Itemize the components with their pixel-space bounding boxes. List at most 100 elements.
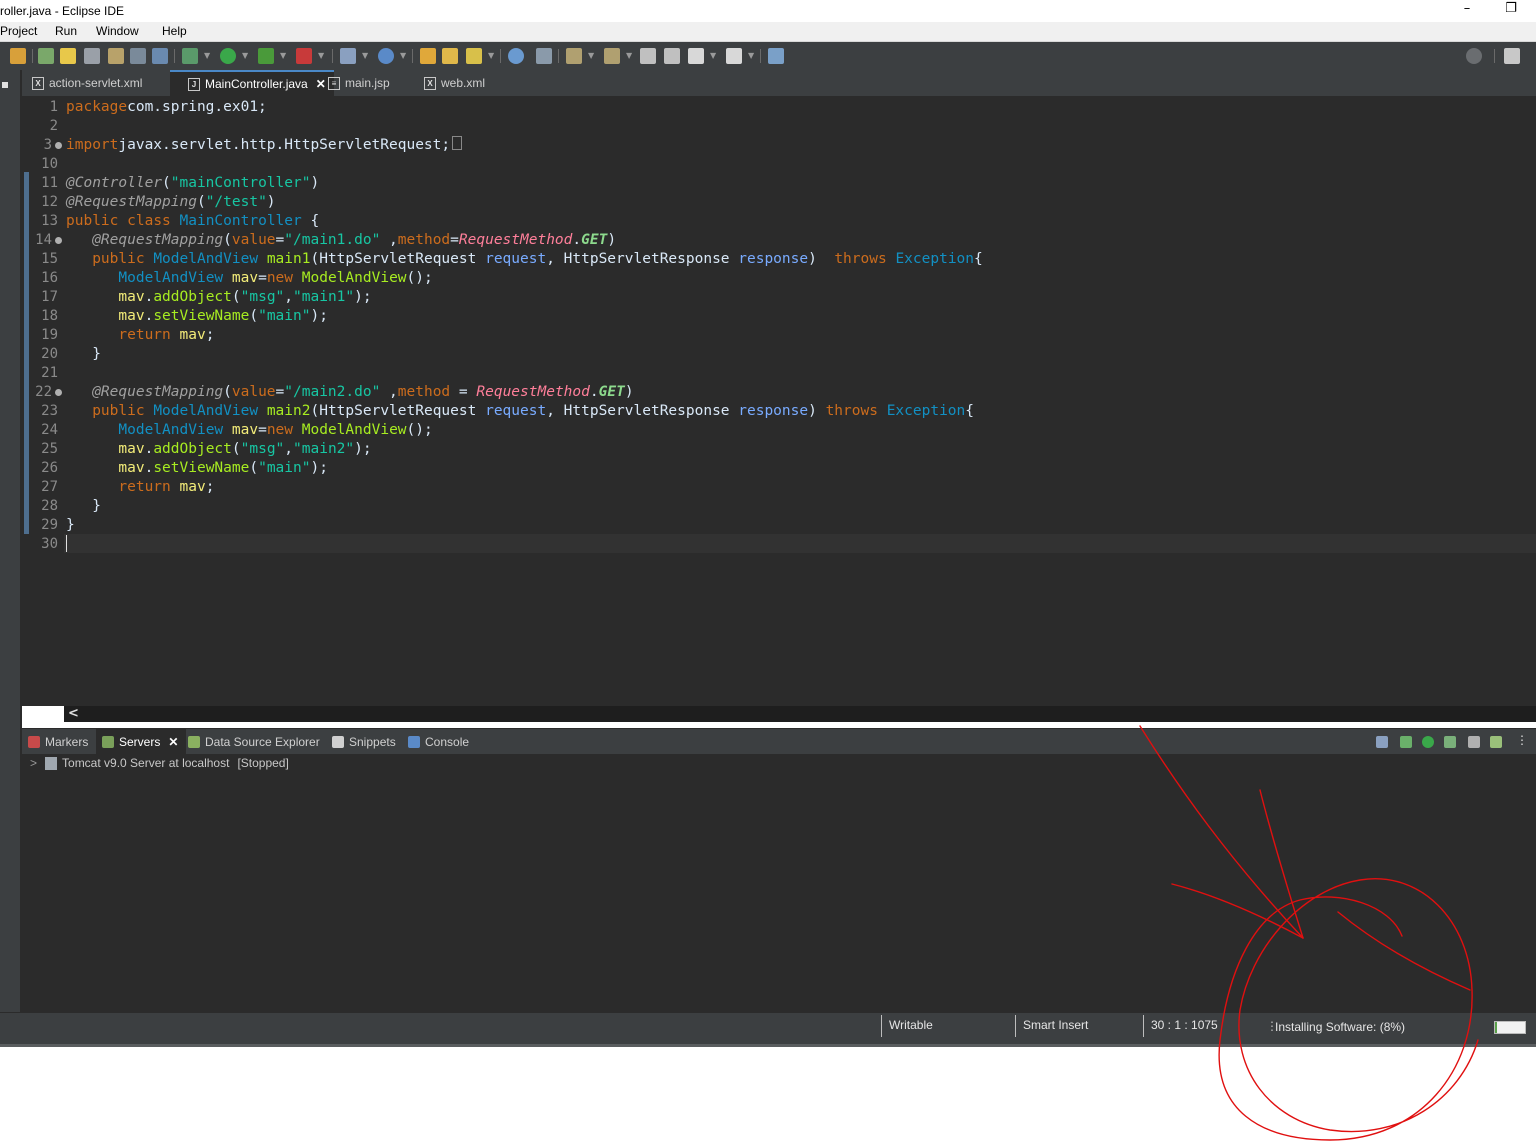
code-line[interactable]: ModelAndView mav=new ModelAndView(); <box>66 269 432 288</box>
code-line[interactable]: mav.setViewName("main"); <box>66 307 328 326</box>
fold-collapse-icon[interactable] <box>55 389 62 396</box>
chevron-down-icon[interactable]: ▼ <box>280 51 286 60</box>
new-web-icon[interactable] <box>378 48 394 64</box>
pilcrow-icon[interactable] <box>152 48 168 64</box>
show-whitespace-icon[interactable] <box>130 48 146 64</box>
search-refs-icon[interactable] <box>536 48 552 64</box>
chevron-down-icon[interactable]: ▼ <box>488 51 494 60</box>
globe-icon[interactable] <box>508 48 524 64</box>
search-icon[interactable] <box>1466 48 1482 64</box>
restore-view-icon[interactable] <box>2 82 8 88</box>
code-line[interactable]: mav.addObject("msg","main1"); <box>66 288 371 307</box>
tab-main-controller-java[interactable]: J MainController.java ✕ <box>170 70 334 96</box>
tab-action-servlet-xml[interactable]: X action-servlet.xml <box>32 70 142 96</box>
open-file-icon[interactable] <box>442 48 458 64</box>
code-editor[interactable]: 1 2 3 10 11 12 13 14 15 16 17 18 19 20 2… <box>22 96 1536 706</box>
code-line[interactable]: packagecom.spring.ex01; <box>66 98 267 117</box>
fold-expand-icon[interactable] <box>55 142 62 149</box>
scroll-left-arrow[interactable]: < <box>68 706 79 721</box>
forward-edit-icon[interactable] <box>664 48 680 64</box>
code-line[interactable]: return mav; <box>66 326 214 345</box>
code-line[interactable]: ModelAndView mav=new ModelAndView(); <box>66 421 432 440</box>
code-line[interactable]: public class MainController { <box>66 212 319 231</box>
fold-collapse-icon[interactable] <box>55 237 62 244</box>
forward-arrow-icon[interactable] <box>726 48 742 64</box>
run-server-icon[interactable] <box>258 48 274 64</box>
code-line[interactable]: @RequestMapping("/test") <box>66 193 276 212</box>
code-line[interactable]: } <box>66 497 101 516</box>
new-server-icon[interactable] <box>340 48 356 64</box>
chevron-down-icon[interactable]: ▼ <box>400 51 406 60</box>
code-line[interactable]: public ModelAndView main2(HttpServletReq… <box>66 402 974 421</box>
back-arrow-icon[interactable] <box>688 48 704 64</box>
stop-server-icon[interactable] <box>1468 736 1480 748</box>
server-item-tomcat[interactable]: > Tomcat v9.0 Server at localhost [Stopp… <box>30 756 289 770</box>
progress-status-text[interactable]: Installing Software: (8%) <box>1275 1020 1405 1034</box>
close-icon[interactable]: ✕ <box>168 735 178 749</box>
code-line[interactable]: public ModelAndView main1(HttpServletReq… <box>66 250 983 269</box>
folded-imports-icon[interactable] <box>452 136 463 150</box>
code-token: ) <box>310 175 320 191</box>
code-token: mav <box>118 441 145 457</box>
chevron-down-icon[interactable]: ▼ <box>242 51 248 60</box>
code-line[interactable]: } <box>66 516 75 535</box>
debug-server-icon[interactable] <box>1400 736 1412 748</box>
collapse-all-icon[interactable] <box>1376 736 1388 748</box>
chevron-down-icon[interactable]: ▼ <box>748 51 754 60</box>
tab-web-xml[interactable]: X web.xml <box>424 70 485 96</box>
code-line[interactable]: @RequestMapping(value="/main2.do" ,metho… <box>66 383 633 402</box>
code-line[interactable]: } <box>66 345 101 364</box>
code-line[interactable]: return mav; <box>66 478 214 497</box>
view-menu-icon[interactable]: ⋮ <box>1516 733 1528 747</box>
last-edit-icon[interactable] <box>640 48 656 64</box>
next-annotation-icon[interactable] <box>10 48 26 64</box>
code-line[interactable]: @Controller("mainController") <box>66 174 319 193</box>
tab-servers[interactable]: Servers ✕ <box>96 729 187 755</box>
next-edit-icon[interactable] <box>566 48 582 64</box>
external-tools-icon[interactable] <box>296 48 312 64</box>
tab-label: web.xml <box>441 76 486 90</box>
close-icon[interactable]: ✕ <box>316 77 326 91</box>
code-token: setViewName <box>153 460 250 476</box>
code-line[interactable]: mav.addObject("msg","main2"); <box>66 440 371 459</box>
restore-button[interactable]: ❐ <box>1496 1 1526 21</box>
open-console-icon[interactable] <box>768 48 784 64</box>
menu-help[interactable]: Help <box>162 24 187 38</box>
code-token: package <box>66 99 128 115</box>
mark-occurrences-icon[interactable] <box>60 48 76 64</box>
debug-icon[interactable] <box>182 48 198 64</box>
menu-project[interactable]: Project <box>0 24 37 38</box>
tab-markers[interactable]: Markers <box>28 729 88 755</box>
insert-mode-status[interactable]: Smart Insert <box>1023 1018 1088 1032</box>
progress-bar[interactable] <box>1494 1021 1526 1034</box>
chevron-down-icon[interactable]: ▼ <box>626 51 632 60</box>
code-line[interactable]: @RequestMapping(value="/main1.do" ,metho… <box>66 231 616 250</box>
chevron-down-icon[interactable]: ▼ <box>588 51 594 60</box>
toggle-block-icon[interactable] <box>84 48 100 64</box>
pencil-icon[interactable] <box>466 48 482 64</box>
publish-icon[interactable] <box>1490 736 1502 748</box>
chevron-down-icon[interactable]: ▼ <box>318 51 324 60</box>
word-wrap-icon[interactable] <box>108 48 124 64</box>
chevron-down-icon[interactable]: ▼ <box>204 51 210 60</box>
open-perspective-icon[interactable] <box>1504 48 1520 64</box>
tab-data-source-explorer[interactable]: Data Source Explorer <box>188 729 320 755</box>
menu-window[interactable]: Window <box>96 24 139 38</box>
menu-run[interactable]: Run <box>55 24 77 38</box>
run-icon[interactable] <box>220 48 236 64</box>
code-line[interactable]: importjavax.servlet.http.HttpServletRequ… <box>66 136 463 155</box>
tab-main-jsp[interactable]: ≡ main.jsp <box>328 70 390 96</box>
editor-horizontal-scrollbar[interactable]: < <box>64 706 1536 722</box>
start-server-icon[interactable] <box>1422 736 1434 748</box>
chevron-down-icon[interactable]: ▼ <box>362 51 368 60</box>
previous-edit-icon[interactable] <box>604 48 620 64</box>
tab-console[interactable]: Console <box>408 729 469 755</box>
open-folder-icon[interactable] <box>420 48 436 64</box>
code-line[interactable]: mav.setViewName("main"); <box>66 459 328 478</box>
expand-chevron-icon[interactable]: > <box>30 756 37 770</box>
tab-snippets[interactable]: Snippets <box>332 729 396 755</box>
chevron-down-icon[interactable]: ▼ <box>710 51 716 60</box>
open-type-icon[interactable] <box>38 48 54 64</box>
minimize-button[interactable]: – <box>1452 1 1482 21</box>
profile-server-icon[interactable] <box>1444 736 1456 748</box>
